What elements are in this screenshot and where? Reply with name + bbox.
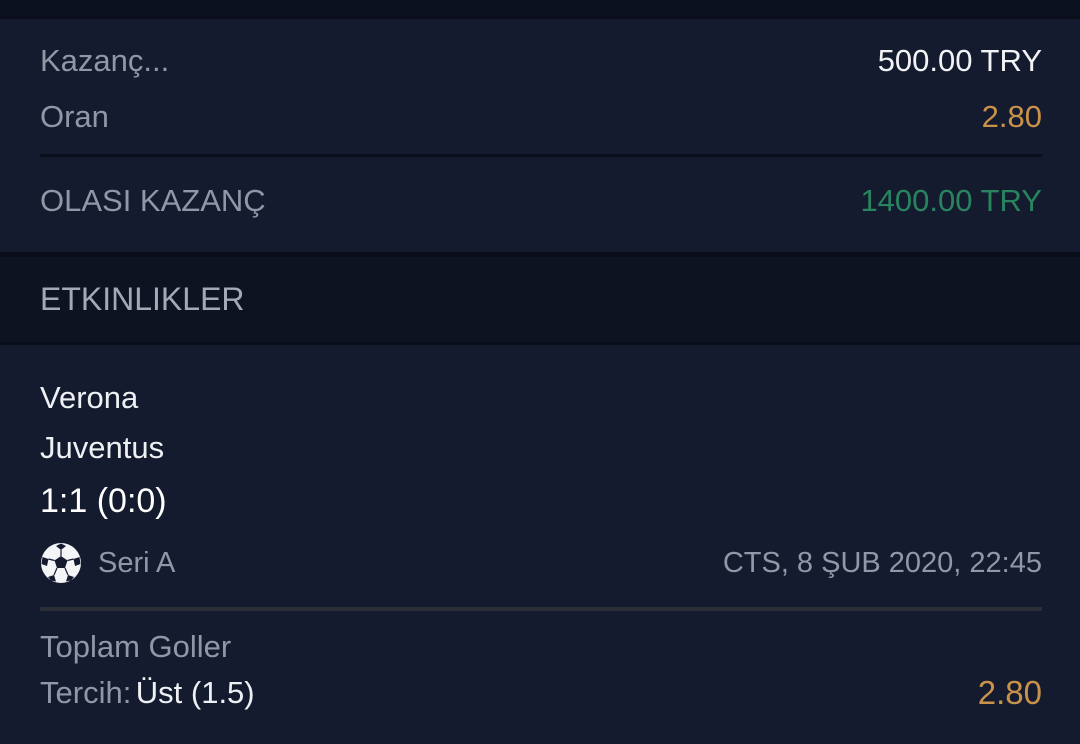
market-name: Toplam Goller (40, 629, 232, 664)
soccer-ball-icon (40, 542, 82, 584)
event-datetime: CTS, 8 ŞUB 2020, 22:45 (722, 546, 1042, 579)
home-team: Verona (40, 380, 139, 415)
match-score: 1:1 (0:0) (40, 482, 167, 520)
stake-value: 500.00 TRY (877, 43, 1042, 78)
odds-label: Oran (40, 99, 109, 134)
event-divider (40, 607, 1042, 611)
top-bar (0, 0, 1080, 16)
league-info: Seri A (40, 542, 175, 584)
odds-row: Oran 2.80 (40, 99, 1042, 135)
stake-row: Kazanç... 500.00 TRY (40, 43, 1042, 79)
league-name: Seri A (98, 546, 176, 579)
odds-value: 2.80 (981, 99, 1042, 134)
potential-win-label: OLASI KAZANÇ (40, 183, 266, 218)
league-row: Seri A CTS, 8 ŞUB 2020, 22:45 (40, 541, 1042, 585)
events-section-title: ETKINLIKLER (40, 281, 245, 317)
pick-row: Tercih: Üst (1.5) 2.80 (40, 674, 1042, 712)
events-section-header: ETKINLIKLER (0, 257, 1080, 342)
pick-value: Üst (1.5) (135, 675, 255, 710)
event-card[interactable]: Verona Juventus 1:1 (0:0) Seri A CTS, 8 … (0, 345, 1080, 744)
potential-win-value: 1400.00 TRY (860, 183, 1042, 218)
pick-odds: 2.80 (977, 674, 1042, 711)
pick-info: Tercih: Üst (1.5) (40, 675, 255, 711)
away-team: Juventus (40, 430, 165, 465)
pick-label: Tercih: (40, 675, 132, 710)
stake-label: Kazanç... (40, 43, 170, 78)
summary-divider (40, 154, 1042, 157)
bet-summary: Kazanç... 500.00 TRY Oran 2.80 OLASI KAZ… (0, 19, 1080, 252)
potential-win-row: OLASI KAZANÇ 1400.00 TRY (40, 183, 1042, 219)
